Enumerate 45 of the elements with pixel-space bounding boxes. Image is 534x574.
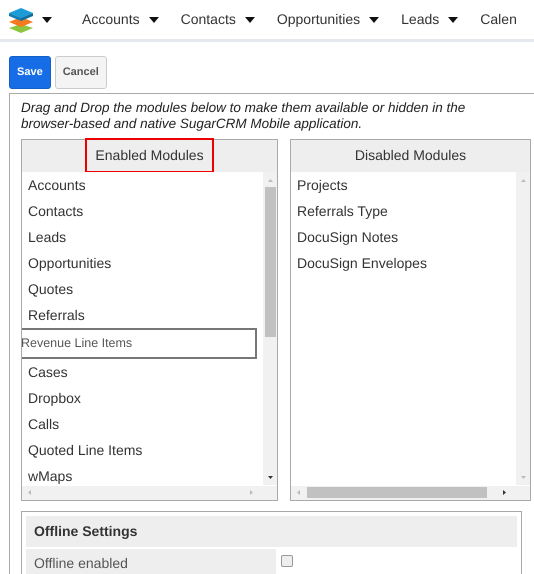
nav-menu-item[interactable]: Accounts bbox=[82, 9, 159, 30]
scroll-left-icon[interactable] bbox=[26, 489, 33, 496]
module-item[interactable]: Opportunities bbox=[22, 250, 263, 276]
module-item[interactable]: Quotes bbox=[22, 276, 263, 302]
scroll-up-icon[interactable] bbox=[520, 176, 526, 184]
module-item[interactable]: DocuSign Notes bbox=[291, 224, 516, 250]
module-item[interactable]: Calls bbox=[22, 410, 263, 436]
field-label: Offline enabled bbox=[26, 548, 276, 574]
caret-icon[interactable] bbox=[42, 16, 52, 22]
scroll-left-icon[interactable] bbox=[295, 489, 302, 496]
vertical-scrollbar[interactable] bbox=[263, 172, 277, 484]
nav-menu-item[interactable]: Contacts bbox=[180, 9, 255, 30]
horizontal-scrollbar[interactable] bbox=[22, 484, 277, 500]
logo-icon[interactable] bbox=[8, 6, 34, 34]
scroll-up-icon[interactable] bbox=[266, 176, 274, 184]
nav-menu-item[interactable]: Opportunities bbox=[276, 9, 380, 30]
module-item[interactable]: Accounts bbox=[22, 172, 263, 198]
module-item[interactable]: Projects bbox=[291, 172, 516, 198]
nav-menu-item[interactable]: Leads bbox=[401, 9, 458, 30]
instructions-text: Drag and Drop the modules below to make them available or hidden in the browser-based and native SugarCRM Mobile application. bbox=[21, 100, 466, 132]
module-item[interactable]: Quoted Line Items bbox=[22, 436, 263, 462]
module-item[interactable]: Referrals Type bbox=[291, 198, 516, 224]
cancel-button[interactable]: Cancel bbox=[54, 56, 107, 88]
section-header: Offline Settings bbox=[26, 516, 517, 546]
horizontal-scrollbar[interactable] bbox=[291, 484, 530, 500]
nav-menu-item[interactable]: Calen bbox=[480, 9, 517, 30]
offline-checkbox[interactable] bbox=[281, 554, 293, 566]
module-item[interactable]: Leads bbox=[22, 224, 263, 250]
module-item[interactable]: Cases bbox=[22, 358, 263, 384]
scroll-right-icon[interactable] bbox=[501, 489, 508, 496]
column-header: Enabled Modules bbox=[87, 140, 212, 171]
module-item[interactable]: DocuSign Envelopes bbox=[291, 250, 516, 276]
module-item[interactable]: Referrals bbox=[22, 302, 263, 328]
caret-icon bbox=[148, 16, 159, 22]
caret-icon bbox=[244, 16, 255, 22]
dragged-module-item[interactable]: Revenue Line Items bbox=[22, 328, 257, 358]
caret-icon bbox=[369, 16, 380, 22]
save-button[interactable]: Save bbox=[9, 56, 51, 88]
module-item[interactable]: wMaps bbox=[22, 462, 263, 484]
scroll-down-icon[interactable] bbox=[266, 474, 274, 480]
vertical-scrollbar[interactable] bbox=[516, 172, 530, 484]
module-item[interactable]: Contacts bbox=[22, 198, 263, 224]
column-header: Disabled Modules bbox=[354, 146, 466, 165]
caret-icon bbox=[448, 16, 458, 22]
module-item[interactable]: Dropbox bbox=[22, 384, 263, 410]
